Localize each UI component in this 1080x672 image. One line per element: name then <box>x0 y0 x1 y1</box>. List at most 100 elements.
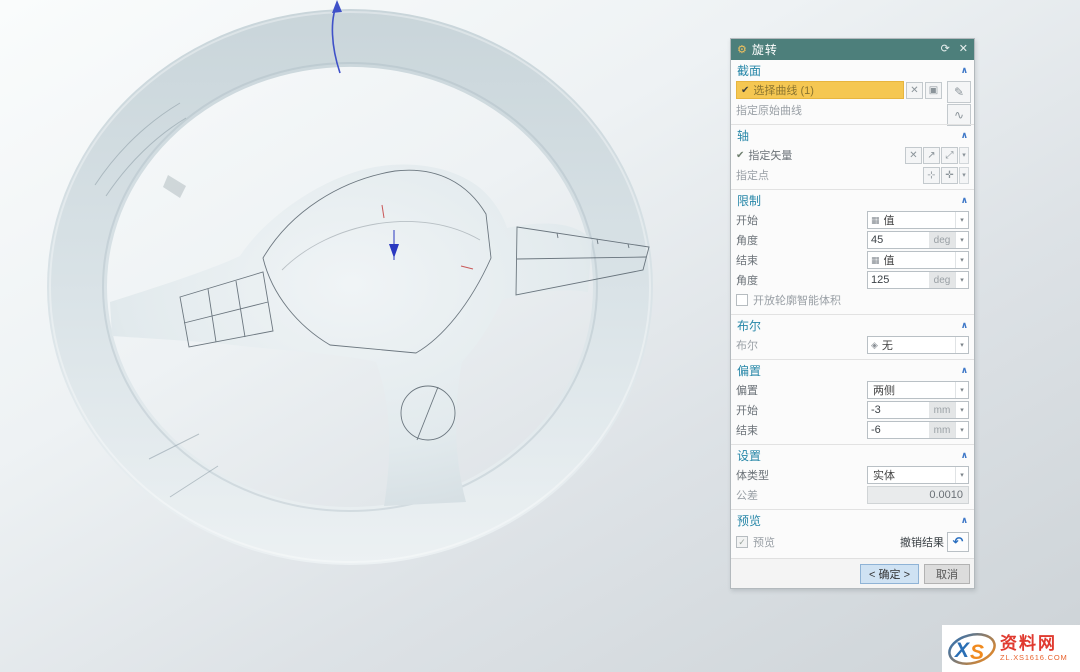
curve-button[interactable]: ∿ <box>947 104 971 126</box>
inferred-vector-button[interactable]: ↗ <box>923 147 940 164</box>
limits-end-mode-dropdown[interactable]: ▦ 值 ▾ <box>867 251 969 269</box>
limits-end-angle-input[interactable]: 125 <box>868 274 929 286</box>
value-icon: ▦ <box>871 215 880 226</box>
dropdown-arrow-icon[interactable]: ▾ <box>955 382 968 398</box>
open-profile-checkbox[interactable] <box>736 294 748 306</box>
undo-result-label: 撤销结果 <box>900 534 944 550</box>
section-list-button[interactable]: ▣ <box>925 82 942 99</box>
specify-point-label[interactable]: 指定点 <box>736 167 769 183</box>
limits-start-angle-unit: deg <box>929 232 955 248</box>
preview-group-header[interactable]: 预览 ∧ <box>731 511 974 530</box>
boolean-group-title: 布尔 <box>737 317 761 334</box>
limits-start-angle-input[interactable]: 45 <box>868 234 929 246</box>
specify-vector-label[interactable]: 指定矢量 <box>748 147 792 163</box>
limits-start-mode-dropdown[interactable]: ▦ 值 ▾ <box>867 211 969 229</box>
dropdown-arrow-icon[interactable]: ▾ <box>955 252 968 268</box>
settings-group-header[interactable]: 设置 ∧ <box>731 446 974 465</box>
select-curve-field[interactable]: ✔ 选择曲线 (1) <box>736 81 904 99</box>
dropdown-arrow-icon[interactable]: ▾ <box>955 422 968 438</box>
close-icon[interactable]: ✕ <box>959 44 968 55</box>
deselect-button[interactable]: ✕ <box>906 82 923 99</box>
chevron-up-icon[interactable]: ∧ <box>961 65 968 76</box>
chevron-up-icon[interactable]: ∧ <box>961 320 968 331</box>
dropdown-arrow-icon[interactable]: ▾ <box>955 402 968 418</box>
dialog-titlebar[interactable]: ⚙ 旋转 ⟳ ✕ <box>731 39 974 60</box>
limits-end-label: 结束 <box>736 252 758 268</box>
section-group-header[interactable]: 截面 ∧ <box>731 61 974 80</box>
boolean-group-header[interactable]: 布尔 ∧ <box>731 316 974 335</box>
limits-group-header[interactable]: 限制 ∧ <box>731 191 974 210</box>
watermark-site-name: 资料网 <box>1000 635 1068 654</box>
nx-application-window: ⚙ 旋转 ⟳ ✕ 截面 ∧ ✔ 选择曲线 (1) ✕ ▣ <box>0 0 1080 672</box>
axis-group: 轴 ∧ ✔ 指定矢量 ✕ ↗ ⤢ ▾ 指定点 <box>731 124 974 189</box>
chevron-up-icon[interactable]: ∧ <box>961 515 968 526</box>
sketch-section-button[interactable]: ✎ <box>947 81 971 103</box>
dropdown-arrow-icon[interactable]: ▾ <box>955 212 968 228</box>
axis-group-title: 轴 <box>737 127 749 144</box>
tolerance-field[interactable]: 0.0010 <box>867 486 969 504</box>
watermark-logo-s: S <box>970 641 984 664</box>
cancel-button[interactable]: 取消 <box>924 564 970 584</box>
body-type-value: 实体 <box>868 467 955 483</box>
section-group: 截面 ∧ ✔ 选择曲线 (1) ✕ ▣ 指定原始曲线 ✎ ∿ <box>731 60 974 124</box>
offset-end-input[interactable]: -6 <box>868 424 929 436</box>
chevron-up-icon[interactable]: ∧ <box>961 365 968 376</box>
undo-result-button[interactable]: ↶ <box>947 532 969 552</box>
point-button[interactable]: ✛ <box>941 167 958 184</box>
check-icon: ✔ <box>741 85 749 96</box>
rim-notch <box>163 175 186 198</box>
offset-mode-dropdown[interactable]: 两侧 ▾ <box>867 381 969 399</box>
chevron-up-icon[interactable]: ∧ <box>961 195 968 206</box>
deselect-vector-button[interactable]: ✕ <box>905 147 922 164</box>
boolean-none-icon: ◈ <box>871 340 878 351</box>
offset-group: 偏置 ∧ 偏置 两侧 ▾ 开始 -3 mm <box>731 359 974 444</box>
offset-group-header[interactable]: 偏置 ∧ <box>731 361 974 380</box>
specify-origin-curve-label[interactable]: 指定原始曲线 <box>736 102 802 118</box>
dropdown-arrow-icon[interactable]: ▾ <box>955 337 968 353</box>
settings-group-title: 设置 <box>737 447 761 464</box>
preview-checkbox-label: 预览 <box>753 534 775 550</box>
vector-options-arrow[interactable]: ▾ <box>959 147 969 164</box>
open-profile-label: 开放轮廓智能体积 <box>753 292 841 308</box>
point-dialog-button[interactable]: ⊹ <box>923 167 940 184</box>
offset-start-field: -3 mm ▾ <box>867 401 969 419</box>
preview-group-title: 预览 <box>737 512 761 529</box>
limits-start-label: 开始 <box>736 212 758 228</box>
value-icon: ▦ <box>871 255 880 266</box>
preview-checkbox[interactable]: ✓ <box>736 536 748 548</box>
3d-viewport[interactable] <box>0 0 730 672</box>
chevron-up-icon[interactable]: ∧ <box>961 450 968 461</box>
dropdown-arrow-icon[interactable]: ▾ <box>955 467 968 483</box>
preview-group: 预览 ∧ ✓ 预览 撤销结果 ↶ <box>731 509 974 558</box>
reset-icon[interactable]: ⟳ <box>941 44 950 55</box>
dropdown-arrow-icon[interactable]: ▾ <box>955 272 968 288</box>
dropdown-arrow-icon[interactable]: ▾ <box>955 232 968 248</box>
limits-group-title: 限制 <box>737 192 761 209</box>
chevron-up-icon[interactable]: ∧ <box>961 130 968 141</box>
body-type-dropdown[interactable]: 实体 ▾ <box>867 466 969 484</box>
settings-group: 设置 ∧ 体类型 实体 ▾ 公差 0.0010 <box>731 444 974 509</box>
offset-start-label: 开始 <box>736 402 758 418</box>
section-group-title: 截面 <box>737 62 761 79</box>
watermark-logo-x: X <box>954 639 971 662</box>
boolean-value: 无 <box>880 337 955 353</box>
select-curve-label: 选择曲线 (1) <box>753 82 814 98</box>
boolean-row-label: 布尔 <box>736 337 758 353</box>
point-options-arrow[interactable]: ▾ <box>959 167 969 184</box>
vector-buttons: ✕ ↗ ⤢ ▾ <box>904 147 969 164</box>
axis-group-header[interactable]: 轴 ∧ <box>731 126 974 145</box>
limits-start-angle-field: 45 deg ▾ <box>867 231 969 249</box>
section-tool-buttons: ✎ ∿ <box>947 81 971 127</box>
boolean-dropdown[interactable]: ◈ 无 ▾ <box>867 336 969 354</box>
boolean-group: 布尔 ∧ 布尔 ◈ 无 ▾ <box>731 314 974 359</box>
check-icon: ✔ <box>736 150 744 161</box>
vector-dialog-button[interactable]: ⤢ <box>941 147 958 164</box>
ok-button[interactable]: < 确定 > <box>860 564 919 584</box>
gear-icon: ⚙ <box>737 43 747 56</box>
limits-start-angle-label: 角度 <box>736 232 758 248</box>
dialog-title: 旋转 <box>752 41 932 58</box>
point-buttons: ⊹ ✛ ▾ <box>922 167 969 184</box>
watermark-site-url: ZL.XS1616.COM <box>1000 653 1068 662</box>
limits-end-angle-unit: deg <box>929 272 955 288</box>
offset-start-input[interactable]: -3 <box>868 404 929 416</box>
